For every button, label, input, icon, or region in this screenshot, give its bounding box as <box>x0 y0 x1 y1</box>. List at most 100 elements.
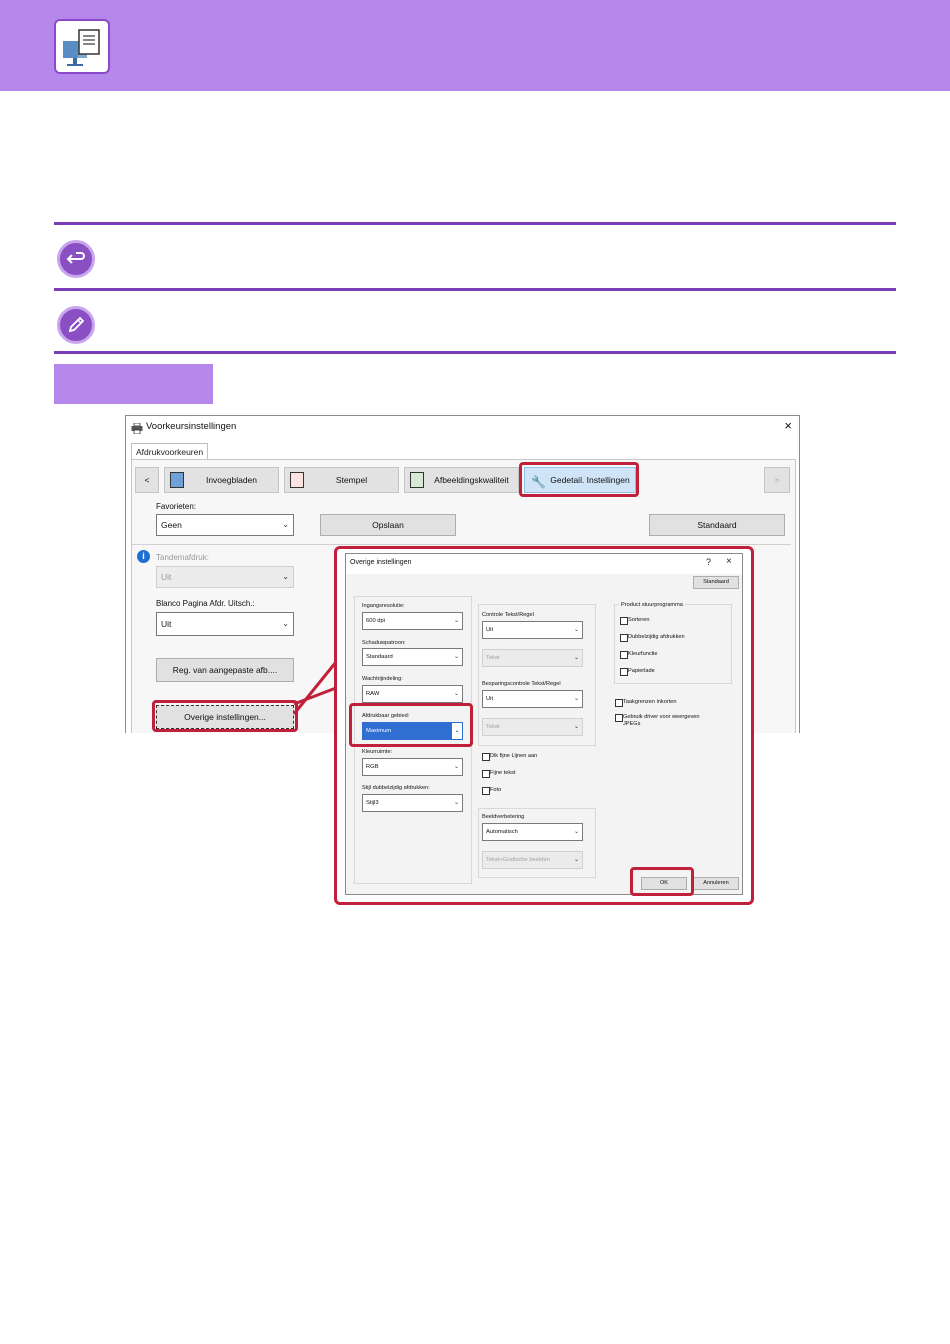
help-icon[interactable]: ? <box>706 557 711 567</box>
shade-pattern-label: Schaduwpatroon: <box>362 640 406 646</box>
spool-format-label: Wachtrijindeling: <box>362 676 403 682</box>
saving-check-label: Besparingscontrole Tekst/Regel <box>482 681 561 687</box>
titlebar: Overige instellingen ? × <box>346 554 742 574</box>
blank-page-value: Uit <box>161 619 172 629</box>
fine-text-checkbox[interactable]: Fijne tekst <box>482 770 516 778</box>
color-function-checkbox[interactable]: Kleurfunctie <box>620 651 658 659</box>
divider <box>54 351 896 354</box>
image-enhance-select[interactable]: Automatisch ⌄ <box>482 823 583 841</box>
image-enhance-value: Automatisch <box>486 829 518 835</box>
color-space-label: Kleurruimte: <box>362 749 393 755</box>
chevron-down-icon: ⌄ <box>453 654 459 660</box>
chevron-down-icon: ⌄ <box>453 618 459 624</box>
default-button[interactable]: Standaard <box>649 514 785 536</box>
chevron-down-icon: ⌄ <box>282 619 289 628</box>
header-band <box>0 0 950 91</box>
pencil-icon <box>57 306 95 344</box>
sort-checkbox[interactable]: Sorteren <box>620 617 649 625</box>
favorites-select[interactable]: Geen ⌄ <box>156 514 294 536</box>
thick-lines-checkbox[interactable]: Dik fijne Lijnen aan <box>482 753 537 761</box>
tab-label: Stempel <box>335 475 368 485</box>
favorites-label: Favorieten: <box>156 502 197 511</box>
blank-page-label: Blanco Pagina Afdr. Uitsch.: <box>156 599 255 608</box>
saving-check-sub-value: Tekst <box>486 724 500 730</box>
chevron-down-icon: ⌄ <box>282 520 289 529</box>
section-label-box <box>54 364 213 404</box>
text-line-check-label: Controle Tekst/Regel <box>482 612 534 618</box>
tandem-select[interactable]: Uit ⌄ <box>156 566 294 588</box>
saving-check-value: Uit <box>486 696 494 702</box>
duplex-style-label: Stijl dubbelzijdig afdrukken: <box>362 785 430 791</box>
info-icon: i <box>137 550 150 563</box>
fast-printing-checkbox[interactable]: Taakgrenzen inkorten <box>615 699 676 707</box>
text-line-check-value: Uit <box>486 627 494 633</box>
dialog-title: Voorkeursinstellingen <box>146 421 237 432</box>
color-space-select[interactable]: RGB ⌄ <box>362 758 463 776</box>
chevron-down-icon: ⌄ <box>573 627 579 633</box>
chevron-down-icon: ⌄ <box>573 655 579 661</box>
subdialog-title: Overige instellingen <box>350 559 412 566</box>
detailed-settings-highlight <box>519 462 639 497</box>
chevron-down-icon: ⌄ <box>453 764 459 770</box>
chevron-down-icon: ⌄ <box>453 691 459 697</box>
duplex-print-checkbox[interactable]: Dubbelzijdig afdrukken <box>620 634 685 642</box>
inserts-icon <box>170 472 184 488</box>
printer-icon <box>131 421 143 435</box>
tab-scroll-right-button[interactable]: > <box>764 467 790 493</box>
other-settings-highlight <box>152 700 298 732</box>
text-line-check-select[interactable]: Uit ⌄ <box>482 621 583 639</box>
tab-image-quality[interactable]: Afbeeldingskwaliteit <box>404 467 519 493</box>
chevron-down-icon: ⌄ <box>453 800 459 806</box>
chevron-down-icon: ⌄ <box>573 857 579 863</box>
tandem-label: Tandemafdruk: <box>156 553 209 562</box>
cancel-button[interactable]: Annuleren <box>693 877 739 890</box>
saving-check-sub-select[interactable]: Tekst ⌄ <box>482 718 583 736</box>
tab-label: Afbeeldingskwaliteit <box>434 475 509 485</box>
image-quality-icon <box>410 472 424 488</box>
text-line-check-sub-select[interactable]: Tekst ⌄ <box>482 649 583 667</box>
spool-format-value: RAW <box>366 691 380 697</box>
close-icon[interactable]: × <box>726 556 732 567</box>
print-from-pc-icon <box>54 19 110 74</box>
divider <box>54 222 896 225</box>
tab-scroll-left-button[interactable]: < <box>135 467 159 493</box>
tab-inserts[interactable]: Invoegbladen <box>164 467 279 493</box>
use-driver-jpeg-checkbox[interactable]: Gebruik driver voor weergeven JPEGs <box>615 714 711 728</box>
stamp-icon <box>290 472 304 488</box>
duplex-style-value: Stijl3 <box>366 800 379 806</box>
image-enhance-label: Beeldverbetering <box>482 814 525 820</box>
image-enhance-sub-select[interactable]: Tekst+Grafische beelden ⌄ <box>482 851 583 869</box>
blank-page-select[interactable]: Uit ⌄ <box>156 612 294 636</box>
driver-group-label: Product stuurprogramma <box>619 602 685 608</box>
close-icon[interactable]: × <box>784 418 792 433</box>
input-resolution-label: Ingangsresolutie: <box>362 603 405 609</box>
save-button[interactable]: Opslaan <box>320 514 456 536</box>
favorites-value: Geen <box>161 520 182 530</box>
spool-format-select[interactable]: RAW ⌄ <box>362 685 463 703</box>
tab-print-preferences[interactable]: Afdrukvoorkeuren <box>131 443 209 460</box>
saving-check-select[interactable]: Uit ⌄ <box>482 690 583 708</box>
printable-area-highlight <box>349 703 473 747</box>
photo-checkbox[interactable]: Foto <box>482 787 501 795</box>
chevron-down-icon: ⌄ <box>573 724 579 730</box>
input-resolution-select[interactable]: 600 dpi ⌄ <box>362 612 463 630</box>
image-enhance-sub-value: Tekst+Grafische beelden <box>486 857 550 863</box>
default-button[interactable]: Standaard <box>693 576 739 589</box>
paper-tray-checkbox[interactable]: Papierlade <box>620 668 655 676</box>
ok-highlight <box>630 867 694 896</box>
text-line-check-sub-value: Tekst <box>486 655 500 661</box>
return-arrow-icon <box>57 240 95 278</box>
shade-pattern-value: Standaard <box>366 654 393 660</box>
chevron-down-icon: ⌄ <box>282 572 289 581</box>
shade-pattern-select[interactable]: Standaard ⌄ <box>362 648 463 666</box>
tab-label: Invoegbladen <box>205 475 258 485</box>
duplex-style-select[interactable]: Stijl3 ⌄ <box>362 794 463 812</box>
custom-image-button[interactable]: Reg. van aangepaste afb.... <box>156 658 294 682</box>
chevron-down-icon: ⌄ <box>573 696 579 702</box>
tandem-value: Uit <box>161 572 172 582</box>
color-space-value: RGB <box>366 764 379 770</box>
separator <box>131 544 791 545</box>
divider <box>54 288 896 291</box>
chevron-down-icon: ⌄ <box>573 829 579 835</box>
tab-stamp[interactable]: Stempel <box>284 467 399 493</box>
